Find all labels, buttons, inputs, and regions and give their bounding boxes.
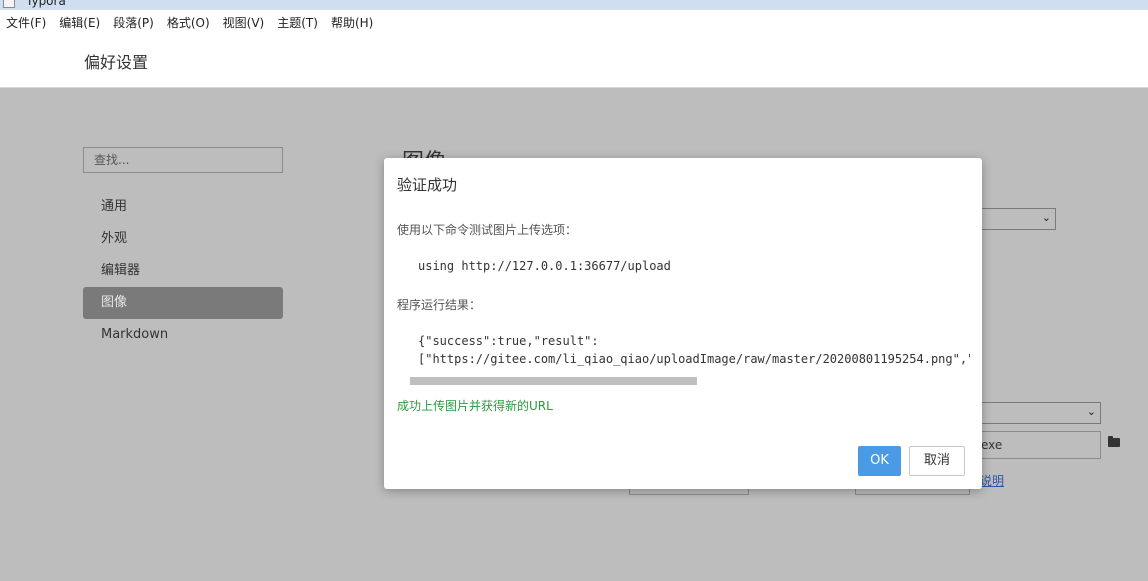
output-label: 程序运行结果： [397, 298, 482, 312]
sidebar-item-image[interactable]: 图像 [83, 287, 283, 319]
menu-bar: 文件(F) 编辑(E) 段落(P) 格式(O) 视图(V) 主题(T) 帮助(H… [0, 12, 386, 32]
chevron-down-icon: ⌄ [1086, 405, 1096, 418]
validation-dialog: 验证成功 使用以下命令测试图片上传选项： using http://127.0.… [384, 158, 982, 489]
sidebar-item-markdown[interactable]: Markdown [83, 319, 283, 351]
search-input[interactable]: 查找... [83, 147, 283, 173]
window-title: Typora [26, 0, 66, 8]
page-title: 偏好设置 [84, 53, 149, 72]
menu-format[interactable]: 格式(O) [167, 14, 210, 31]
horizontal-scrollbar[interactable] [410, 377, 697, 385]
sidebar-item-appearance[interactable]: 外观 [83, 223, 283, 255]
menu-theme[interactable]: 主题(T) [277, 14, 318, 31]
command-label: 使用以下命令测试图片上传选项： [397, 223, 578, 237]
chevron-down-icon: ⌄ [1041, 211, 1051, 224]
menu-paragraph[interactable]: 段落(P) [113, 14, 154, 31]
ok-button[interactable]: OK [858, 446, 901, 476]
folder-icon[interactable] [1108, 436, 1120, 447]
preferences-header: 偏好设置 [0, 32, 1148, 88]
menu-help[interactable]: 帮助(H) [331, 14, 373, 31]
window-title-bar: Typora [0, 0, 1148, 10]
output-line-2: ["https://gitee.com/li_qiao_qiao/uploadI… [418, 352, 970, 366]
sidebar-nav: 通用 外观 编辑器 图像 Markdown [83, 191, 283, 351]
command-text: using http://127.0.0.1:36677/upload [418, 259, 671, 273]
help-link[interactable]: 说明 [980, 472, 1004, 489]
sidebar-item-editor[interactable]: 编辑器 [83, 255, 283, 287]
typora-app-icon [3, 0, 15, 8]
menu-view[interactable]: 视图(V) [223, 14, 265, 31]
output-scroll-area[interactable]: {"success":true,"result": ["https://gite… [418, 332, 970, 372]
menu-file[interactable]: 文件(F) [6, 14, 46, 31]
dialog-title: 验证成功 [397, 176, 458, 194]
cancel-button[interactable]: 取消 [909, 446, 965, 476]
output-line-1: {"success":true,"result": [418, 334, 599, 348]
sidebar-item-general[interactable]: 通用 [83, 191, 283, 223]
success-message: 成功上传图片并获得新的URL [397, 399, 553, 413]
menu-edit[interactable]: 编辑(E) [59, 14, 100, 31]
uploader-path-text: exe [981, 438, 1003, 452]
